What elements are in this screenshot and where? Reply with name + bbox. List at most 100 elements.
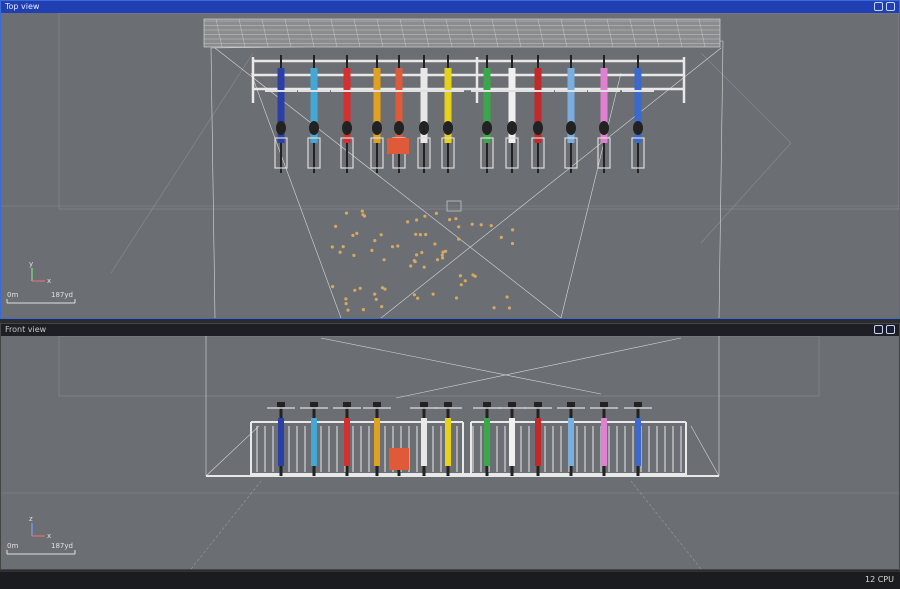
leaf <box>471 273 475 277</box>
bike-top <box>361 55 393 173</box>
axis-y-label: y <box>29 260 33 268</box>
scale-right-label: 187yd <box>51 291 73 299</box>
leaf <box>360 209 364 213</box>
leaf <box>338 250 342 254</box>
scale-left-label: 0m <box>7 291 18 299</box>
leaf <box>344 302 348 306</box>
bike-top <box>408 55 440 173</box>
leaf <box>444 249 448 253</box>
bike-front <box>624 402 652 476</box>
leaf <box>433 242 437 246</box>
leaf <box>379 233 383 237</box>
top-viewport[interactable]: Top view y x 0m 187yd <box>0 0 900 319</box>
cpu-indicator: 12 CPU <box>865 575 894 584</box>
bike-top <box>331 55 363 173</box>
leaf <box>373 239 377 243</box>
leaf <box>344 211 349 215</box>
leaf <box>431 292 435 296</box>
front-scale-bar: 0m 187yd <box>6 542 76 555</box>
leaf <box>489 224 493 228</box>
scene-guides <box>1 336 899 494</box>
top-scale-bar: 0m 187yd <box>6 291 76 304</box>
bike-top <box>555 55 587 173</box>
scale-left-label: 0m <box>7 542 18 550</box>
leaf <box>499 235 503 239</box>
leaf <box>409 264 413 268</box>
leaf <box>459 283 463 287</box>
leaf <box>463 279 467 283</box>
leaf <box>361 213 365 217</box>
wire-canopy <box>203 18 721 48</box>
leaf <box>457 237 461 241</box>
leaf <box>418 233 422 237</box>
leaf <box>346 308 350 312</box>
leaf <box>382 258 386 262</box>
leaf <box>414 232 418 236</box>
bike-front <box>389 448 409 476</box>
leaf <box>424 232 428 237</box>
viewport-options-icon[interactable] <box>874 325 883 334</box>
leaf <box>507 306 511 310</box>
bike-front <box>590 402 618 476</box>
leaf <box>370 248 374 252</box>
leaf <box>415 218 419 222</box>
viewport-maximize-icon[interactable] <box>886 2 895 11</box>
front-viewport[interactable]: Front view z x 0m 187yd <box>0 323 900 570</box>
light-cone-lines <box>210 40 724 318</box>
viewport-maximize-icon[interactable] <box>886 325 895 334</box>
leaf <box>334 224 338 228</box>
leaf <box>355 231 359 235</box>
top-axis-gizmo: y x <box>29 260 51 285</box>
leaf <box>470 222 474 226</box>
bike-top <box>383 55 415 173</box>
bikes-front <box>267 402 652 476</box>
leaf <box>416 296 420 300</box>
leaf <box>352 253 356 257</box>
bike-top <box>496 55 528 173</box>
scale-right-label: 187yd <box>51 542 73 550</box>
leaf <box>331 285 335 289</box>
leaf <box>434 211 438 215</box>
bike-front <box>434 402 462 476</box>
top-viewport-title: Top view <box>5 2 40 11</box>
leaf <box>353 288 357 292</box>
leaf <box>374 297 378 301</box>
top-viewport-canvas[interactable]: y x 0m 187yd <box>1 13 899 318</box>
bike-top <box>298 55 330 173</box>
leaf <box>458 274 462 278</box>
bike-front <box>410 402 438 476</box>
front-viewport-canvas[interactable]: z x 0m 187yd <box>1 336 899 569</box>
top-viewport-header[interactable]: Top view <box>1 1 899 13</box>
shadow-lines <box>190 480 702 569</box>
leaf <box>415 253 419 257</box>
leaf <box>423 214 427 218</box>
leaf <box>435 258 440 262</box>
bike-front <box>498 402 526 476</box>
front-viewport-title: Front view <box>5 325 47 334</box>
leaf <box>412 293 416 297</box>
bike-front <box>300 402 328 476</box>
leaf <box>510 241 515 246</box>
axis-x-label: x <box>47 277 51 285</box>
leaf <box>457 225 461 229</box>
viewport-options-icon[interactable] <box>874 2 883 11</box>
leaf <box>361 308 365 312</box>
child-bike-top <box>387 138 409 154</box>
bike-top <box>432 55 464 173</box>
status-bar: 12 CPU <box>0 571 900 589</box>
axis-z-label: z <box>29 515 33 523</box>
leaf <box>406 220 410 224</box>
leaf <box>448 218 452 222</box>
leaf <box>412 259 416 263</box>
leaf <box>380 305 384 309</box>
bike-top <box>588 55 620 173</box>
leaf <box>422 265 426 269</box>
bike-front <box>363 402 391 476</box>
leaf <box>390 245 395 249</box>
leaf <box>373 292 377 296</box>
leaf <box>420 250 424 255</box>
ground-leaves <box>330 209 515 312</box>
leaf <box>341 245 345 249</box>
bike-top <box>265 55 297 173</box>
bike-top <box>522 55 554 173</box>
